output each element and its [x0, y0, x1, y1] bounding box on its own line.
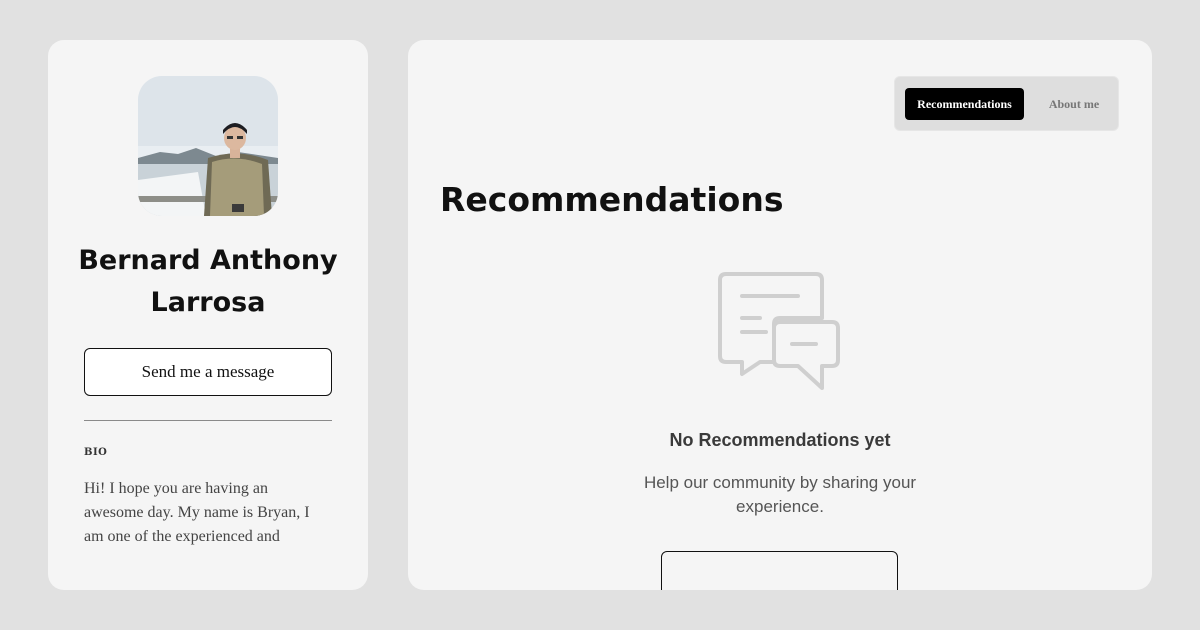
profile-card: Bernard Anthony Larrosa Send me a messag… [48, 40, 368, 590]
tab-group: Recommendations About me [894, 76, 1119, 131]
tab-about-me[interactable]: About me [1037, 88, 1111, 120]
divider [84, 420, 332, 421]
bio-label: BIO [84, 447, 108, 458]
page-title: Recommendations [440, 180, 784, 219]
main-card: Recommendations About me Recommendations… [408, 40, 1152, 590]
send-message-button[interactable]: Send me a message [84, 348, 332, 396]
recommend-button[interactable] [661, 551, 898, 590]
tab-recommendations[interactable]: Recommendations [905, 88, 1024, 120]
bio-text: Hi! I hope you are having an awesome day… [84, 480, 310, 545]
profile-name: Bernard Anthony Larrosa [78, 245, 338, 318]
profile-photo [138, 76, 278, 216]
empty-state-subtitle: Help our community by sharing your exper… [643, 473, 917, 516]
empty-state-title: No Recommendations yet [669, 430, 891, 450]
avatar [138, 76, 278, 216]
chat-bubbles-icon [718, 272, 840, 390]
